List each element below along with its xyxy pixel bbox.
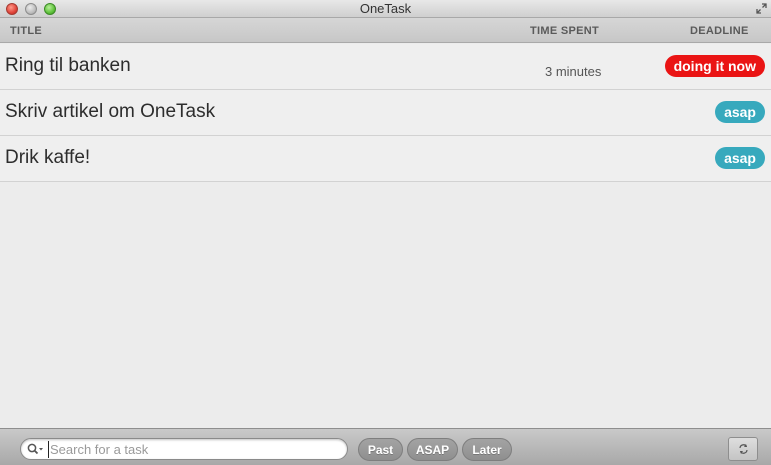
filter-past-button[interactable]: Past xyxy=(358,438,403,461)
task-list: Ring til banken 3 minutes doing it now S… xyxy=(0,44,771,182)
deadline-badge[interactable]: doing it now xyxy=(664,55,765,77)
task-row[interactable]: Skriv artikel om OneTask asap xyxy=(0,90,771,136)
task-title: Ring til banken xyxy=(5,55,131,76)
search-input[interactable] xyxy=(48,441,340,458)
fullscreen-icon[interactable] xyxy=(756,3,767,14)
sync-icon xyxy=(739,444,748,454)
bottom-toolbar: Past ASAP Later xyxy=(0,428,771,465)
column-time-spent-header[interactable]: TIME SPENT xyxy=(530,25,599,37)
column-header: TITLE TIME SPENT DEADLINE xyxy=(0,18,771,43)
filter-asap-button[interactable]: ASAP xyxy=(407,438,458,461)
deadline-badge[interactable]: asap xyxy=(715,101,765,123)
task-title: Skriv artikel om OneTask xyxy=(5,101,216,122)
task-time-spent: 3 minutes xyxy=(545,64,602,79)
search-icon[interactable] xyxy=(27,443,45,456)
sync-button[interactable] xyxy=(728,437,758,461)
deadline-badge[interactable]: asap xyxy=(715,147,765,169)
column-deadline-header[interactable]: DEADLINE xyxy=(690,25,749,37)
column-title-header[interactable]: TITLE xyxy=(10,25,42,37)
task-title: Drik kaffe! xyxy=(5,147,91,168)
window-title: OneTask xyxy=(359,1,412,16)
task-row[interactable]: Ring til banken 3 minutes doing it now xyxy=(0,44,771,90)
window-titlebar: OneTask xyxy=(0,0,771,18)
task-row[interactable]: Drik kaffe! asap xyxy=(0,136,771,182)
filter-later-button[interactable]: Later xyxy=(462,438,512,461)
search-field[interactable] xyxy=(20,438,348,460)
